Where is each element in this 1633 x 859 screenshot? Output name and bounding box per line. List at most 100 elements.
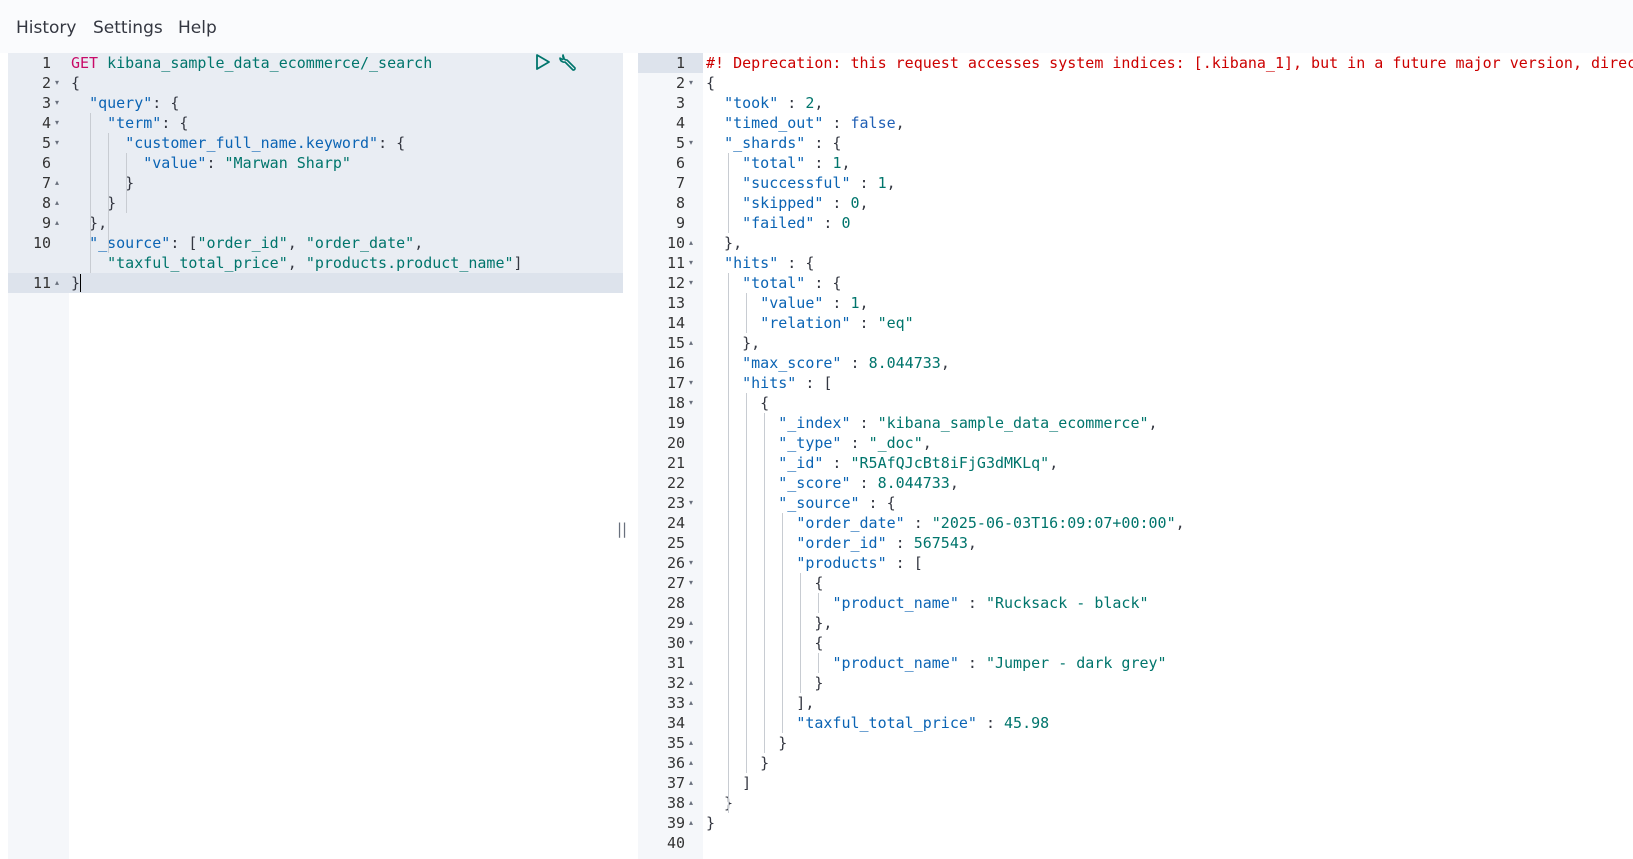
fold-open-icon[interactable]: ▾ (689, 493, 693, 513)
menu-settings[interactable]: Settings (93, 18, 163, 38)
code-token-punc: : (850, 174, 878, 192)
code-line: }, (706, 233, 742, 253)
menu-history[interactable]: History (16, 18, 76, 38)
line-number: 16 (666, 354, 685, 372)
code-token-punc (706, 374, 742, 392)
code-token-punc: , (1175, 514, 1185, 532)
fold-close-icon[interactable]: ▴ (689, 693, 693, 713)
code-line: "order_date" : "2025-06-03T16:09:07+00:0… (706, 513, 1185, 533)
line-number: 28 (666, 594, 685, 612)
fold-close-icon[interactable]: ▴ (689, 793, 693, 813)
code-line: "query": { (71, 93, 179, 113)
code-token-punc: { (706, 74, 716, 92)
fold-open-icon[interactable]: ▾ (55, 73, 59, 93)
menu-help[interactable]: Help (178, 18, 217, 38)
code-token-key: "order_id" (796, 534, 887, 552)
fold-close-icon[interactable]: ▴ (689, 613, 693, 633)
line-number: 29 (666, 614, 685, 632)
line-number: 10 (666, 234, 685, 252)
play-icon[interactable] (535, 53, 551, 71)
code-token-key: "timed_out" (724, 114, 824, 132)
code-token-key: "value" (760, 294, 824, 312)
indent-guide (818, 593, 819, 613)
fold-close-icon[interactable]: ▴ (689, 733, 693, 753)
code-token-punc: } (71, 194, 117, 212)
code-token-punc (706, 194, 742, 212)
code-token-key: "_source" (89, 234, 171, 252)
fold-open-icon[interactable]: ▾ (55, 93, 59, 113)
code-token-punc: : (841, 434, 869, 452)
fold-close-icon[interactable]: ▴ (55, 213, 59, 233)
fold-close-icon[interactable]: ▴ (689, 753, 693, 773)
fold-open-icon[interactable]: ▾ (689, 633, 693, 653)
fold-open-icon[interactable]: ▾ (55, 113, 59, 133)
code-token-key: "_index" (778, 414, 851, 432)
fold-open-icon[interactable]: ▾ (689, 573, 693, 593)
line-number: 8 (675, 194, 685, 212)
code-line: ], (706, 693, 814, 713)
code-token-num-v: 0 (850, 194, 860, 212)
fold-close-icon[interactable]: ▴ (55, 193, 59, 213)
request-editor[interactable]: 1 GET kibana_sample_data_ecommerce/_searc… (8, 53, 623, 859)
code-token-punc: , (859, 194, 869, 212)
fold-open-icon[interactable]: ▾ (689, 133, 693, 153)
code-line: { (706, 393, 769, 413)
fold-close-icon[interactable]: ▴ (689, 673, 693, 693)
text-cursor (80, 274, 81, 292)
code-token-str: "R5AfQJcBt8iFjG3dMKLq" (850, 454, 1050, 472)
code-token-punc (706, 174, 742, 192)
fold-close-icon[interactable]: ▴ (689, 773, 693, 793)
line-number: 9 (675, 214, 685, 232)
fold-open-icon[interactable]: ▾ (689, 73, 693, 93)
fold-open-icon[interactable]: ▾ (689, 253, 693, 273)
line-number: 32 (666, 674, 685, 692)
fold-close-icon[interactable]: ▴ (689, 813, 693, 833)
response-viewer[interactable]: 1 #! Deprecation: this request accesses s… (638, 53, 1633, 859)
code-line: "took" : 2, (706, 93, 823, 113)
line-number: 11 (32, 274, 51, 292)
line-number: 6 (41, 154, 51, 172)
fold-close-icon[interactable]: ▴ (55, 273, 59, 293)
code-token-punc: : (823, 114, 851, 132)
code-token-punc: : (850, 314, 878, 332)
code-token-punc (706, 294, 760, 312)
code-token-key: "products" (796, 554, 887, 572)
code-line: } (706, 813, 715, 833)
indent-guide (728, 273, 729, 813)
code-token-punc: }, (706, 614, 833, 632)
drag-handle-icon[interactable]: || (617, 520, 627, 538)
line-number: 30 (666, 634, 685, 652)
response-lines: 1 #! Deprecation: this request accesses s… (638, 53, 1633, 859)
code-token-punc: : (976, 714, 1005, 732)
fold-close-icon[interactable]: ▴ (55, 173, 59, 193)
code-token-str: "Marwan Sharp" (224, 154, 351, 172)
fold-close-icon[interactable]: ▴ (689, 333, 693, 353)
code-token-key: "_source" (778, 494, 860, 512)
code-token-punc (71, 134, 125, 152)
code-line: { (706, 73, 715, 93)
code-token-key: "_score" (778, 474, 851, 492)
fold-open-icon[interactable]: ▾ (55, 133, 59, 153)
code-token-punc: : { (152, 94, 180, 112)
code-token-punc (706, 354, 742, 372)
code-token-key: "max_score" (742, 354, 842, 372)
fold-close-icon[interactable]: ▴ (689, 233, 693, 253)
code-token-punc: , (949, 474, 959, 492)
code-token-key: "order_date" (796, 514, 905, 532)
code-token-punc: : { (378, 134, 406, 152)
code-token-punc: : [ (170, 234, 198, 252)
indent-guide (728, 153, 729, 233)
fold-open-icon[interactable]: ▾ (689, 273, 693, 293)
code-token-punc (706, 94, 724, 112)
code-token-punc (706, 274, 742, 292)
fold-open-icon[interactable]: ▾ (689, 373, 693, 393)
code-token-key: "taxful_total_price" (796, 714, 977, 732)
code-line: "total" : { (706, 273, 841, 293)
fold-open-icon[interactable]: ▾ (689, 393, 693, 413)
wrench-icon[interactable] (559, 53, 579, 72)
code-token-punc: : (823, 194, 851, 212)
fold-open-icon[interactable]: ▾ (689, 553, 693, 573)
line-number: 13 (666, 294, 685, 312)
code-token-punc: : (904, 514, 932, 532)
line-number: 20 (666, 434, 685, 452)
